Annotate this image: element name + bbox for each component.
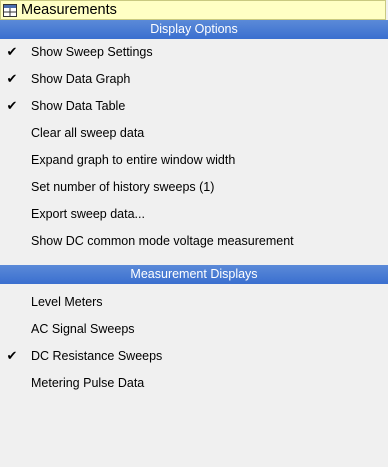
menu-title-bar[interactable]: Measurements: [0, 0, 386, 20]
menu-item-ac-signal-sweeps[interactable]: AC Signal Sweeps: [0, 318, 388, 340]
section-header-display-options: Display Options: [0, 20, 388, 39]
checkmark-icon: ✔: [6, 98, 18, 113]
menu-item-label: DC Resistance Sweeps: [31, 349, 163, 363]
window-icon: [3, 3, 17, 17]
menu-item-label: AC Signal Sweeps: [31, 322, 135, 336]
menu-item-label: Show DC common mode voltage measurement: [31, 234, 294, 248]
measurements-menu: Measurements Display Options ✔ Show Swee…: [0, 0, 388, 467]
menu-item-set-history-sweeps[interactable]: Set number of history sweeps (1): [0, 176, 388, 198]
menu-item-show-data-table[interactable]: ✔ Show Data Table: [0, 95, 388, 117]
checkmark-icon: ✔: [6, 71, 18, 86]
menu-item-label: Expand graph to entire window width: [31, 153, 236, 167]
menu-item-label: Show Sweep Settings: [31, 45, 153, 59]
menu-item-label: Show Data Graph: [31, 72, 131, 86]
menu-item-label: Show Data Table: [31, 99, 126, 113]
menu-item-label: Set number of history sweeps (1): [31, 180, 215, 194]
menu-item-metering-pulse-data[interactable]: Metering Pulse Data: [0, 372, 388, 394]
menu-item-show-sweep-settings[interactable]: ✔ Show Sweep Settings: [0, 41, 388, 63]
menu-item-show-data-graph[interactable]: ✔ Show Data Graph: [0, 68, 388, 90]
menu-item-label: Export sweep data...: [31, 207, 145, 221]
menu-item-label: Clear all sweep data: [31, 126, 145, 140]
menu-item-expand-graph[interactable]: Expand graph to entire window width: [0, 149, 388, 171]
checkmark-icon: ✔: [6, 44, 18, 59]
checkmark-icon: ✔: [6, 348, 18, 363]
section-header-measurement-displays: Measurement Displays: [0, 265, 388, 284]
menu-item-export-sweep-data[interactable]: Export sweep data...: [0, 203, 388, 225]
menu-item-clear-sweep-data[interactable]: Clear all sweep data: [0, 122, 388, 144]
menu-item-dc-resistance-sweeps[interactable]: ✔ DC Resistance Sweeps: [0, 345, 388, 367]
menu-title: Measurements: [21, 2, 117, 18]
menu-item-label: Metering Pulse Data: [31, 376, 145, 390]
menu-item-level-meters[interactable]: Level Meters: [0, 291, 388, 313]
menu-item-show-dc-common-mode[interactable]: Show DC common mode voltage measurement: [0, 230, 388, 252]
menu-item-label: Level Meters: [31, 295, 103, 309]
